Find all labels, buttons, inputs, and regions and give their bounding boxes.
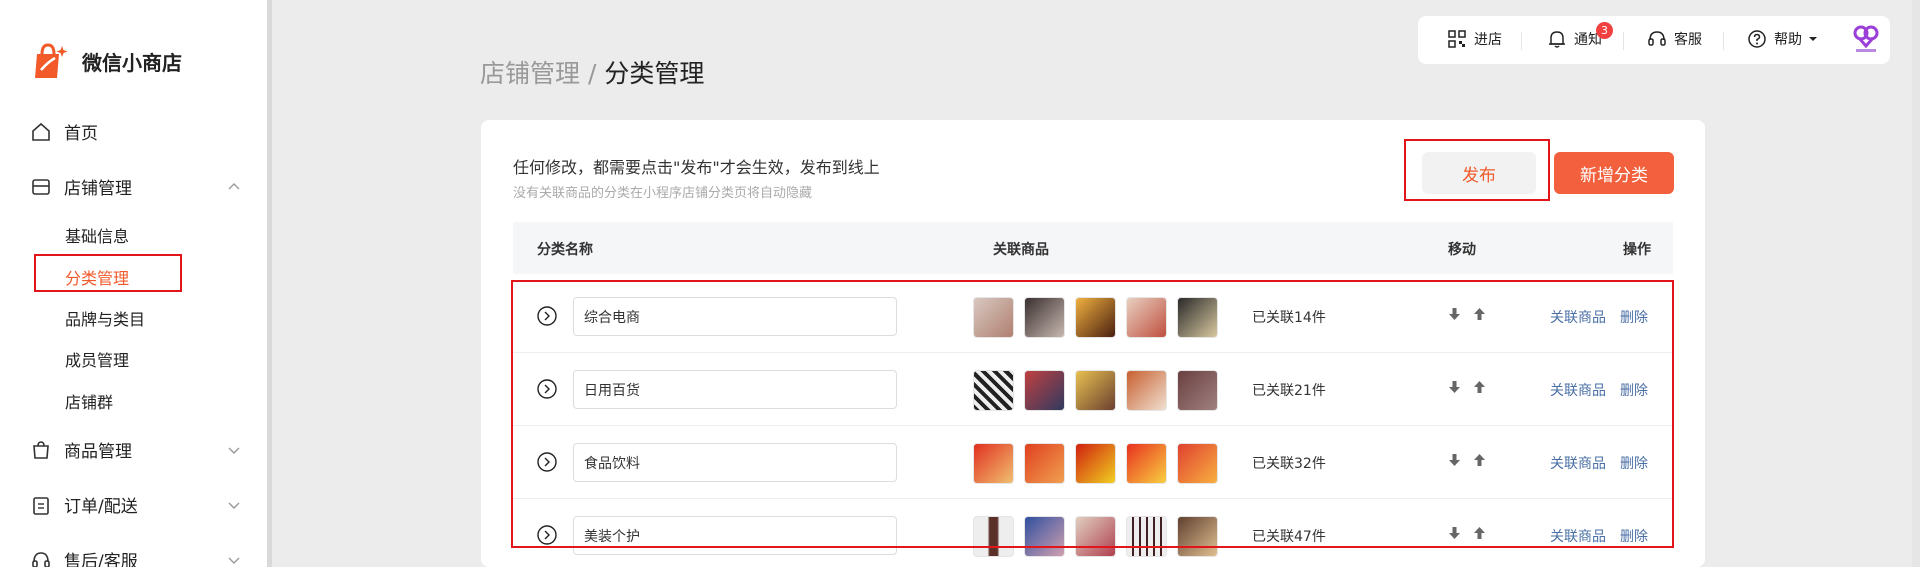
toolbar-divider: [1623, 32, 1624, 50]
help-circle-icon: [1748, 30, 1766, 48]
shopping-bag-logo-icon: [28, 40, 70, 82]
enter-store-label: 进店: [1474, 32, 1502, 48]
sidebar-item-home[interactable]: 首页: [30, 119, 240, 144]
chevron-down-icon: [228, 502, 240, 509]
highlight-box-publish: [1404, 139, 1550, 201]
sidebar: 微信小商店 首页 店铺管理 基础信息 分类管理 品牌与类目 成员管理 店铺群 商…: [0, 0, 272, 567]
page-scrollbar[interactable]: [1912, 0, 1920, 567]
chevron-down-icon: [228, 447, 240, 454]
help-menu-button[interactable]: 帮助: [1746, 28, 1824, 50]
table-header: 分类名称 关联商品 移动 操作: [513, 222, 1673, 274]
clipboard-icon: [33, 496, 49, 515]
top-toolbar: 进店 通知 3 客服 帮助: [1418, 16, 1890, 64]
sidebar-subitem-member-management[interactable]: 成员管理: [65, 347, 129, 371]
breadcrumb-separator: /: [580, 59, 605, 88]
bag-icon: [33, 440, 49, 459]
sidebar-item-label: 商品管理: [64, 442, 132, 462]
customer-service-button[interactable]: 客服: [1646, 28, 1702, 50]
chevron-up-icon: [228, 182, 240, 189]
app-name: 微信小商店: [82, 50, 182, 75]
bell-icon: [1549, 31, 1565, 48]
toolbar-divider: [1723, 32, 1724, 50]
caret-down-icon: [1809, 37, 1817, 41]
sidebar-subitem-store-group[interactable]: 店铺群: [65, 389, 113, 413]
brand-avatar[interactable]: [1850, 24, 1882, 56]
home-icon: [32, 122, 50, 141]
sidebar-item-label: 店铺管理: [64, 179, 132, 199]
notification-button[interactable]: 通知 3: [1546, 22, 1613, 50]
sidebar-item-label: 售后/客服: [64, 552, 138, 567]
sidebar-item-label: 订单/配送: [64, 497, 138, 517]
enter-store-button[interactable]: 进店: [1446, 28, 1502, 50]
sidebar-item-label: 首页: [64, 124, 98, 144]
breadcrumb: 店铺管理 / 分类管理: [480, 54, 704, 90]
add-category-button[interactable]: 新增分类: [1554, 152, 1674, 194]
toolbar-divider: [1521, 32, 1522, 50]
help-label: 帮助: [1774, 32, 1802, 48]
sidebar-item-store-management[interactable]: 店铺管理: [30, 174, 240, 199]
column-header-products: 关联商品: [993, 242, 1049, 258]
app-logo[interactable]: 微信小商店: [28, 40, 182, 82]
sidebar-item-after-sales-service[interactable]: 售后/客服: [30, 547, 240, 567]
headset-icon: [1648, 31, 1666, 46]
headset-icon: [32, 551, 50, 567]
chevron-down-icon: [228, 557, 240, 564]
sidebar-subitem-brand-category[interactable]: 品牌与类目: [65, 306, 145, 330]
category-management-card: 任何修改，都需要点击"发布"才会生效，发布到线上 没有关联商品的分类在小程序店铺…: [481, 120, 1705, 567]
column-header-name: 分类名称: [537, 242, 593, 258]
sidebar-item-orders-delivery[interactable]: 订单/配送: [30, 492, 240, 517]
hidden-category-hint: 没有关联商品的分类在小程序店铺分类页将自动隐藏: [513, 186, 813, 201]
breadcrumb-current: 分类管理: [604, 59, 705, 88]
notification-count-badge: 3: [1596, 22, 1613, 39]
sidebar-item-product-management[interactable]: 商品管理: [30, 437, 240, 462]
sidebar-subitem-basic-info[interactable]: 基础信息: [65, 223, 129, 247]
publish-notice: 任何修改，都需要点击"发布"才会生效，发布到线上: [513, 158, 880, 177]
highlight-box-category-rows: [511, 280, 1674, 548]
highlight-box-category-menu: [34, 254, 182, 292]
breadcrumb-parent[interactable]: 店铺管理: [480, 59, 580, 88]
customer-service-label: 客服: [1674, 32, 1702, 48]
grid-icon: [1448, 30, 1466, 48]
brand-logo-icon: [1853, 25, 1879, 52]
column-header-ops: 操作: [1623, 242, 1651, 258]
column-header-move: 移动: [1448, 242, 1476, 258]
store-icon: [32, 178, 50, 195]
